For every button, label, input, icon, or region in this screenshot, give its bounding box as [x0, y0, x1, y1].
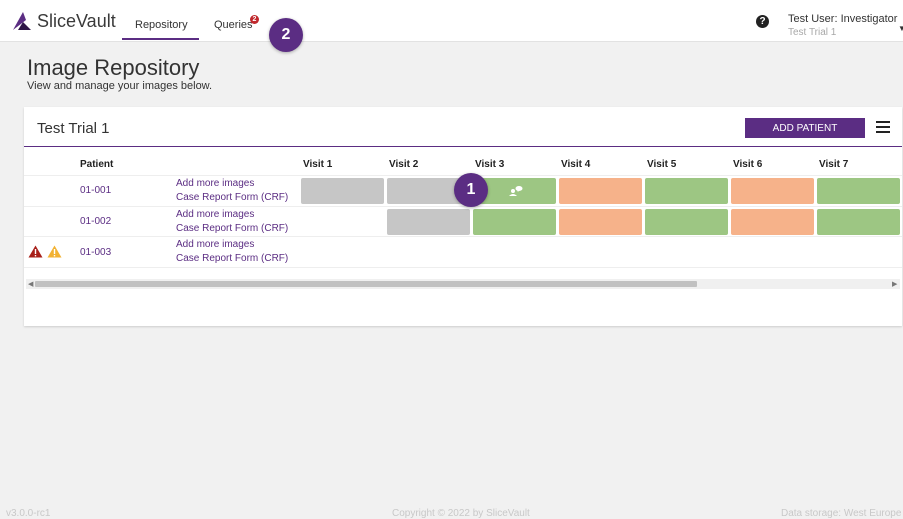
row-divider: [24, 206, 902, 207]
step-marker-2: 2: [269, 18, 303, 52]
trial-card: Test Trial 1 ADD PATIENT Patient Visit 1…: [24, 107, 902, 326]
add-patient-button[interactable]: ADD PATIENT: [745, 118, 865, 138]
tab-queries[interactable]: Queries: [214, 19, 253, 31]
horizontal-scrollbar[interactable]: ◀ ▶: [26, 279, 900, 289]
scrollbar-thumb[interactable]: [35, 281, 697, 287]
visit-cell[interactable]: [731, 178, 814, 204]
patient-id-link[interactable]: 01-001: [80, 185, 111, 196]
crf-link[interactable]: Case Report Form (CRF): [176, 253, 288, 264]
warning-icon[interactable]: [47, 245, 62, 258]
visit-cell[interactable]: [817, 178, 900, 204]
column-header-visit-3: Visit 3: [475, 159, 505, 170]
column-header-visit-6: Visit 6: [733, 159, 763, 170]
column-header-visit-7: Visit 7: [819, 159, 849, 170]
page-title: Image Repository: [27, 55, 200, 80]
patient-id-link[interactable]: 01-002: [80, 216, 111, 227]
brand-name[interactable]: SliceVault: [37, 11, 116, 32]
crf-link[interactable]: Case Report Form (CRF): [176, 192, 288, 203]
trial-title: Test Trial 1: [37, 120, 110, 137]
top-navbar: SliceVault Repository Queries 2 ? Test U…: [0, 0, 903, 42]
tab-repository[interactable]: Repository: [135, 19, 188, 31]
queries-count-badge: 2: [250, 15, 259, 24]
crf-link[interactable]: Case Report Form (CRF): [176, 223, 288, 234]
slicevault-logo-icon[interactable]: [10, 10, 32, 32]
comment-user-icon: [509, 186, 523, 196]
add-more-images-link[interactable]: Add more images: [176, 239, 254, 250]
column-header-visit-5: Visit 5: [647, 159, 677, 170]
column-header-visit-4: Visit 4: [561, 159, 591, 170]
copyright-text: Copyright © 2022 by SliceVault: [392, 508, 530, 519]
step-marker-1: 1: [454, 173, 488, 207]
help-icon[interactable]: ?: [756, 15, 769, 28]
visit-cell[interactable]: [559, 209, 642, 235]
add-more-images-link[interactable]: Add more images: [176, 209, 254, 220]
visit-cell[interactable]: [559, 178, 642, 204]
data-storage-text: Data storage: West Europe: [781, 508, 902, 519]
visit-cell[interactable]: [817, 209, 900, 235]
user-name[interactable]: Test User: Investigator: [788, 13, 897, 25]
scroll-right-arrow-icon[interactable]: ▶: [892, 280, 897, 288]
visit-cell[interactable]: [387, 209, 470, 235]
active-tab-indicator: [122, 38, 199, 40]
error-warning-icon[interactable]: [28, 245, 43, 258]
chevron-down-icon[interactable]: ▼: [898, 24, 903, 33]
hamburger-menu-icon[interactable]: [876, 121, 890, 133]
visit-cell[interactable]: [645, 178, 728, 204]
row-divider: [24, 267, 902, 268]
column-header-visit-2: Visit 2: [389, 159, 419, 170]
visit-cell[interactable]: [473, 209, 556, 235]
column-header-visit-1: Visit 1: [303, 159, 333, 170]
page-subtitle: View and manage your images below.: [27, 80, 213, 92]
column-header-patient: Patient: [80, 159, 114, 170]
visit-cell[interactable]: [301, 178, 384, 204]
add-more-images-link[interactable]: Add more images: [176, 178, 254, 189]
patient-id-link[interactable]: 01-003: [80, 247, 111, 258]
visit-cell[interactable]: [645, 209, 728, 235]
user-trial: Test Trial 1: [788, 27, 837, 38]
version-label: v3.0.0-rc1: [6, 508, 51, 519]
scroll-left-arrow-icon[interactable]: ◀: [28, 280, 33, 288]
visit-cell[interactable]: [731, 209, 814, 235]
card-divider: [24, 146, 902, 147]
row-divider: [24, 236, 902, 237]
